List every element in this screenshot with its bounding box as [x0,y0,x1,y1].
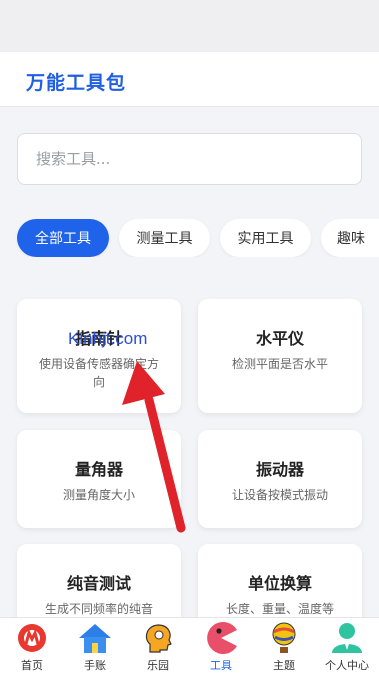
page-title: 万能工具包 [26,72,127,94]
nav-label: 手账 [84,659,106,672]
nav-item-theme[interactable]: 主题 [252,618,316,674]
tool-desc: 让设备按模式振动 [231,488,328,502]
pacman-icon [207,622,237,654]
tool-title: 水平仪 [255,329,304,348]
tool-title: 纯音测试 [66,574,131,593]
search-input[interactable] [17,133,362,185]
nav-item-tools[interactable]: 工具 [189,618,253,674]
hot-air-balloon-icon [272,622,296,653]
nav-label: 个人中心 [325,659,369,672]
person-icon [332,623,362,653]
nav-item-journal[interactable]: 手账 [63,618,127,674]
tool-title: 单位换算 [247,574,312,593]
tab-measure-tools[interactable]: 测量工具 [119,219,210,257]
nav-item-home[interactable]: 首页 [0,618,64,674]
head-profile-icon [145,624,172,653]
tool-card-vibrator[interactable]: 振动器 让设备按模式振动 [198,430,362,528]
tab-utility-tools[interactable]: 实用工具 [220,219,311,257]
nav-label: 工具 [210,659,232,672]
tool-desc: 长度、重量、温度等 [225,602,334,616]
tool-desc: 检测平面是否水平 [231,357,328,371]
tab-all-tools[interactable]: 全部工具 [17,219,109,257]
tool-desc: 生成不同频率的纯音 [44,602,153,616]
tool-card-compass[interactable]: 指南针 使用设备传感器确定方向 [17,299,181,413]
category-tabs: 全部工具 测量工具 实用工具 趣味 [0,219,379,257]
tool-desc: 测量角度大小 [62,488,135,502]
house-icon [79,624,111,653]
nav-label: 首页 [21,659,43,672]
status-bar [0,0,379,52]
tool-card-level[interactable]: 水平仪 检测平面是否水平 [198,299,362,413]
tool-title: 量角器 [74,460,123,479]
app-header: 万能工具包 [0,52,379,107]
nav-item-profile[interactable]: 个人中心 [315,618,379,674]
tab-fun-tools[interactable]: 趣味 [321,219,379,257]
nav-label: 主题 [273,659,295,672]
tool-desc: 使用设备传感器确定方向 [38,357,159,389]
tool-card-protractor[interactable]: 量角器 测量角度大小 [17,430,181,528]
metro-logo-icon [18,624,46,652]
bottom-nav: 首页 手账 乐园 工具 主题 个人中心 [0,617,379,674]
nav-label: 乐园 [147,659,169,672]
nav-item-park[interactable]: 乐园 [126,618,190,674]
tool-title: 振动器 [255,460,304,479]
tool-title: 指南针 [74,329,123,348]
